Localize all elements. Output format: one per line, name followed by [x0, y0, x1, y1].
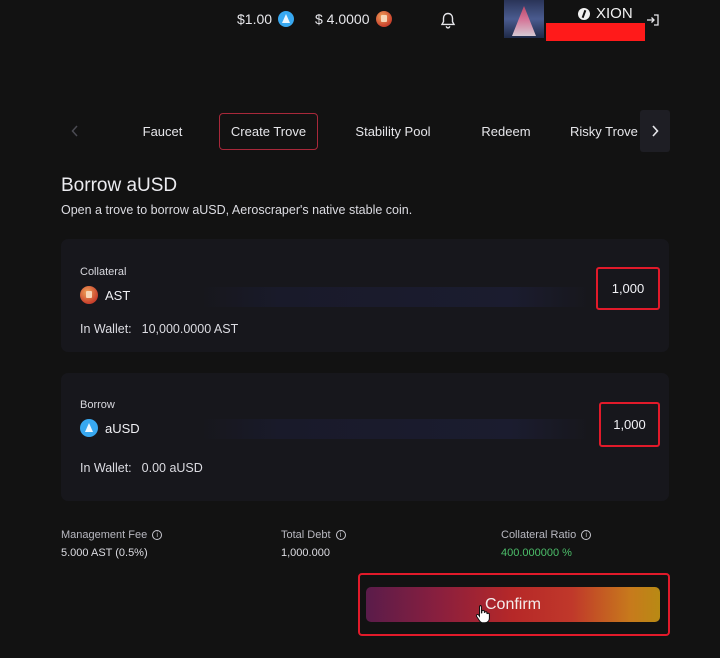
- borrow-wallet-label: In Wallet:: [80, 461, 132, 475]
- bell-icon[interactable]: [440, 12, 456, 30]
- borrow-wallet-balance: In Wallet: 0.00 aUSD: [80, 461, 203, 475]
- chain-selector[interactable]: XION: [578, 5, 633, 22]
- collateral-label: Collateral: [80, 266, 127, 278]
- hand-cursor-icon: [475, 605, 490, 624]
- management-fee-label: Management Fee: [61, 529, 148, 541]
- collateral-amount-input[interactable]: [598, 281, 658, 296]
- management-fee-stat: Management Fee i 5.000 AST (0.5%): [61, 529, 163, 559]
- total-debt-label: Total Debt: [281, 529, 331, 541]
- collateral-wallet-balance: In Wallet: 10,000.0000 AST: [80, 322, 238, 336]
- ausd-coin-icon: [80, 419, 98, 437]
- total-debt-stat: Total Debt i 1,000.000: [281, 529, 346, 559]
- total-debt-value: 1,000.000: [281, 547, 330, 559]
- borrow-asset-name: aUSD: [105, 420, 140, 436]
- ausd-price: $1.00: [237, 11, 295, 27]
- collateral-amount-field[interactable]: [596, 267, 660, 310]
- collateral-ratio-value: 400.000000 %: [501, 547, 572, 559]
- borrow-wallet-value: 0.00 aUSD: [141, 461, 203, 475]
- info-icon[interactable]: i: [152, 530, 163, 540]
- tab-faucet[interactable]: Faucet: [130, 113, 195, 150]
- collateral-asset-name: AST: [105, 287, 131, 303]
- ast-price-value: $ 4.0000: [315, 11, 370, 27]
- avatar[interactable]: [504, 0, 544, 38]
- tab-bar: Faucet Create Trove Stability Pool Redee…: [60, 110, 670, 152]
- borrow-amount-field[interactable]: [599, 402, 660, 447]
- ausd-price-value: $1.00: [237, 11, 273, 27]
- page-title: Borrow aUSD: [61, 175, 178, 196]
- borrow-asset[interactable]: aUSD: [80, 419, 140, 437]
- collateral-input-track: [201, 287, 589, 307]
- chevron-left-icon: [71, 125, 78, 137]
- collateral-asset[interactable]: AST: [80, 286, 130, 304]
- collateral-wallet-value: 10,000.0000 AST: [141, 322, 239, 336]
- chevron-right-icon: [652, 125, 659, 137]
- confirm-button[interactable]: Confirm: [366, 587, 660, 622]
- tab-risky-trove[interactable]: Risky Trove: [570, 113, 642, 150]
- borrow-card: Borrow aUSD In Wallet: 0.00 aUSD: [61, 373, 669, 501]
- collateral-ratio-stat: Collateral Ratio i 400.000000 %: [501, 529, 592, 559]
- management-fee-value: 5.000 AST (0.5%): [61, 547, 148, 559]
- chain-name: XION: [596, 5, 633, 22]
- redacted-address: [546, 23, 645, 41]
- ast-coin-icon: [80, 286, 98, 304]
- tab-create-trove[interactable]: Create Trove: [219, 113, 318, 150]
- borrow-input-track: [201, 419, 589, 439]
- confirm-highlight: Confirm: [358, 573, 670, 636]
- tab-redeem[interactable]: Redeem: [470, 113, 542, 150]
- ast-coin-icon: [375, 11, 392, 27]
- ast-price: $ 4.0000: [315, 11, 392, 27]
- collateral-ratio-label: Collateral Ratio: [501, 529, 577, 541]
- logout-icon[interactable]: [646, 13, 660, 27]
- borrow-label: Borrow: [80, 399, 115, 411]
- xion-icon: [578, 7, 590, 20]
- collateral-card: Collateral AST In Wallet: 10,000.0000 AS…: [61, 239, 669, 352]
- tab-scroll-left-button[interactable]: [60, 110, 90, 152]
- ausd-coin-icon: [278, 11, 295, 27]
- info-icon[interactable]: i: [335, 530, 346, 540]
- info-icon[interactable]: i: [581, 530, 592, 540]
- tab-stability-pool[interactable]: Stability Pool: [343, 113, 443, 150]
- top-bar: $1.00 $ 4.0000 XION: [0, 0, 720, 44]
- page-subtitle: Open a trove to borrow aUSD, Aeroscraper…: [61, 203, 413, 217]
- borrow-amount-input[interactable]: [601, 417, 658, 432]
- collateral-wallet-label: In Wallet:: [80, 322, 132, 336]
- tab-scroll-right-button[interactable]: [640, 110, 670, 152]
